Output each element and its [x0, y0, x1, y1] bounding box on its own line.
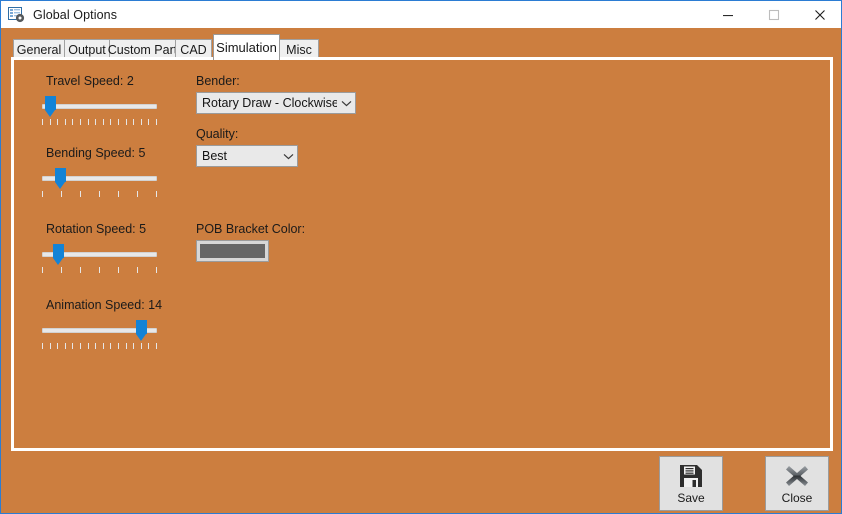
field-quality: Quality: Best	[196, 127, 298, 167]
slider-label: Bending Speed: 5	[46, 146, 157, 160]
slider-ticks	[42, 343, 157, 350]
slider-label: Rotation Speed: 5	[46, 222, 157, 236]
pob-bracket-color-swatch[interactable]	[196, 240, 269, 262]
close-button-label: Close	[782, 491, 813, 505]
slider-control[interactable]	[42, 165, 157, 195]
slider-control[interactable]	[42, 93, 157, 123]
slider-bending-speed: Bending Speed: 5	[42, 146, 157, 195]
slider-control[interactable]	[42, 317, 157, 347]
maximize-button[interactable]	[751, 1, 797, 28]
x-mark-icon	[784, 463, 810, 489]
slider-thumb[interactable]	[136, 320, 147, 341]
slider-track[interactable]	[42, 104, 157, 109]
field-bender: Bender: Rotary Draw - Clockwise	[196, 74, 356, 114]
options-window-icon	[8, 6, 25, 23]
pob-bracket-color-label: POB Bracket Color:	[196, 222, 305, 236]
slider-label: Animation Speed: 14	[46, 298, 162, 312]
quality-dropdown[interactable]: Best	[196, 145, 298, 167]
slider-label: Travel Speed: 2	[46, 74, 157, 88]
maximize-icon	[768, 9, 780, 21]
global-options-window: Global Options General Output Custom P	[0, 0, 842, 514]
chevron-down-icon	[337, 100, 355, 107]
tab-strip: General Output Custom Part CAD Simulatio…	[1, 28, 842, 60]
save-button[interactable]: Save	[659, 456, 723, 511]
quality-label: Quality:	[196, 127, 298, 141]
simulation-tab-panel: Travel Speed: 2 Bending Speed: 5 Rotatio…	[11, 57, 833, 451]
slider-thumb[interactable]	[55, 168, 66, 189]
tab-label: Misc	[286, 43, 312, 57]
bender-value: Rotary Draw - Clockwise	[202, 96, 337, 110]
quality-value: Best	[202, 149, 279, 163]
slider-ticks	[42, 267, 157, 274]
slider-animation-speed: Animation Speed: 14	[42, 298, 162, 347]
window-controls	[705, 1, 842, 28]
slider-thumb[interactable]	[53, 244, 64, 265]
close-button-footer[interactable]: Close	[765, 456, 829, 511]
slider-thumb[interactable]	[45, 96, 56, 117]
chevron-down-icon	[279, 153, 297, 160]
bender-dropdown[interactable]: Rotary Draw - Clockwise	[196, 92, 356, 114]
slider-travel-speed: Travel Speed: 2	[42, 74, 157, 123]
slider-ticks	[42, 191, 157, 198]
tab-label: Output	[68, 43, 106, 57]
minimize-icon	[722, 9, 734, 21]
slider-ticks	[42, 119, 157, 126]
close-icon	[814, 9, 826, 21]
tab-label: Simulation	[216, 40, 277, 55]
minimize-button[interactable]	[705, 1, 751, 28]
tab-label: General	[17, 43, 61, 57]
title-bar: Global Options	[1, 1, 842, 28]
tab-label: CAD	[180, 43, 206, 57]
slider-control[interactable]	[42, 241, 157, 271]
tab-simulation[interactable]: Simulation	[213, 34, 280, 60]
slider-rotation-speed: Rotation Speed: 5	[42, 222, 157, 271]
floppy-disk-icon	[678, 463, 704, 489]
tab-label: Custom Part	[108, 43, 177, 57]
window-title: Global Options	[33, 8, 117, 22]
save-button-label: Save	[677, 491, 704, 505]
bender-label: Bender:	[196, 74, 356, 88]
field-pob-bracket-color: POB Bracket Color:	[196, 222, 305, 262]
close-button[interactable]	[797, 1, 842, 28]
color-preview	[200, 244, 265, 258]
